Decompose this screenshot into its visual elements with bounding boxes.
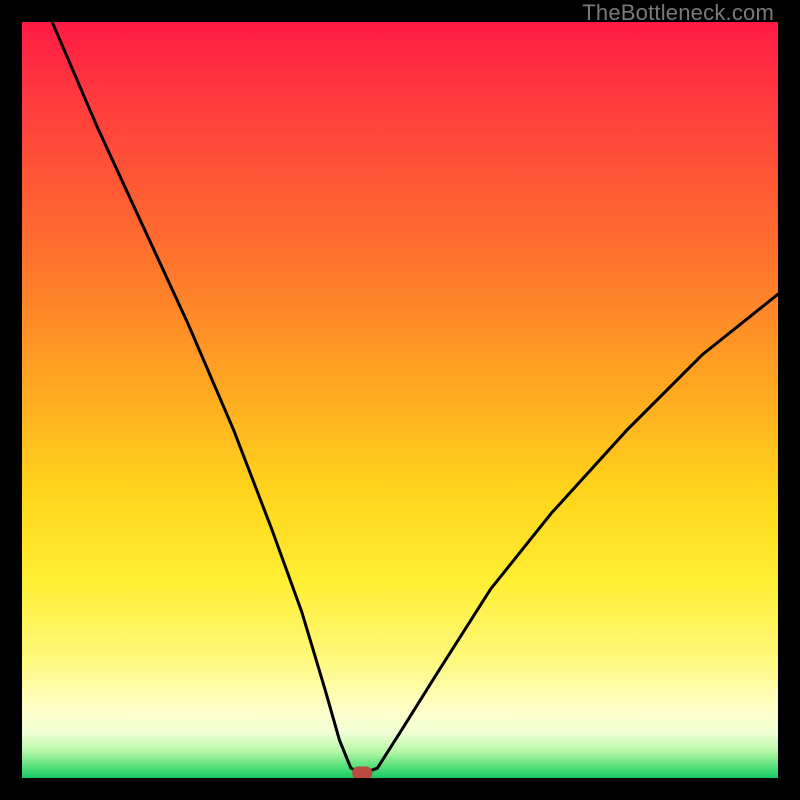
curve-svg (22, 22, 778, 778)
optimum-marker (352, 767, 372, 779)
plot-area (22, 22, 778, 778)
bottleneck-curve (52, 22, 778, 774)
chart-frame: TheBottleneck.com (0, 0, 800, 800)
